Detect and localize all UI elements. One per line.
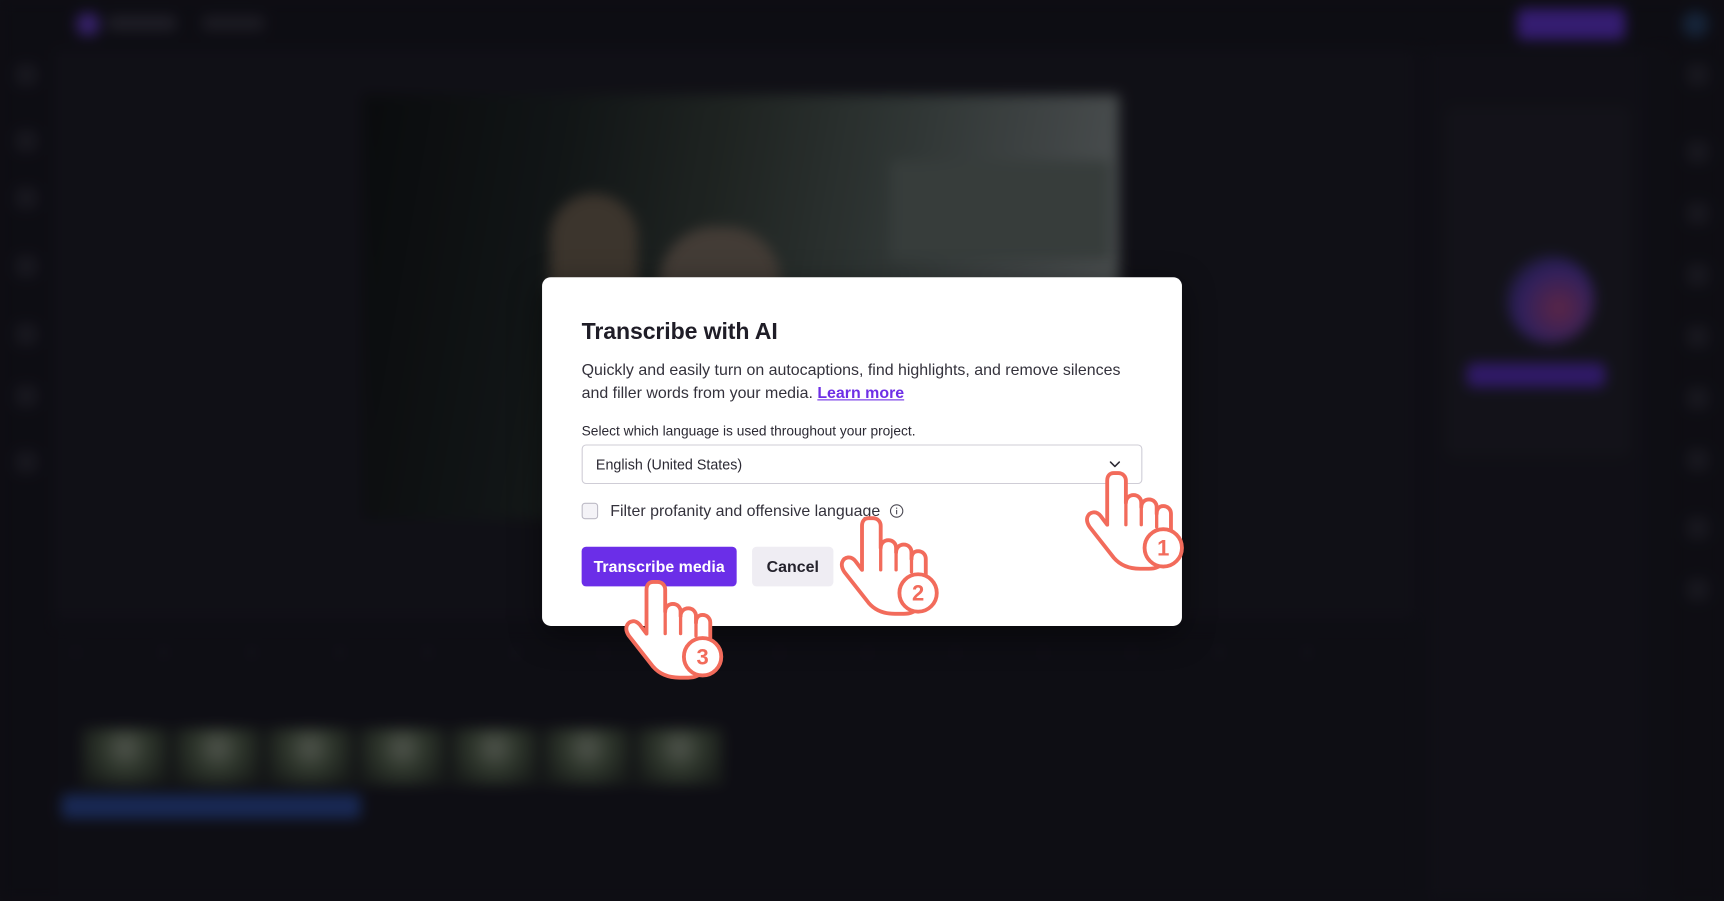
language-label: Select which language is used throughout… xyxy=(581,423,916,439)
step-number-1: 1 xyxy=(1157,536,1169,561)
cancel-button[interactable]: Cancel xyxy=(752,546,834,587)
filter-profanity-checkbox[interactable] xyxy=(581,502,599,520)
step-number-3: 3 xyxy=(696,644,708,669)
pointer-hand-icon-step-2: 2 xyxy=(839,516,939,616)
editor-window: Transcribe with AI Quickly and easily tu… xyxy=(0,0,1724,901)
step-number-2: 2 xyxy=(912,581,924,606)
language-select[interactable]: English (United States) xyxy=(581,444,1143,485)
learn-more-link[interactable]: Learn more xyxy=(817,385,904,403)
dialog-description: Quickly and easily turn on autocaptions,… xyxy=(582,360,1148,406)
language-select-value: English (United States) xyxy=(595,456,743,474)
dialog-title: Transcribe with AI xyxy=(581,319,778,345)
pointer-hand-icon-step-1: 1 xyxy=(1085,471,1184,571)
pointer-hand-icon-step-3: 3 xyxy=(624,580,724,680)
